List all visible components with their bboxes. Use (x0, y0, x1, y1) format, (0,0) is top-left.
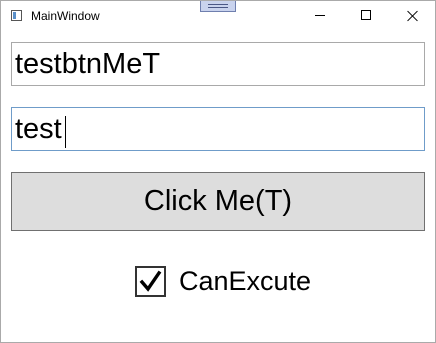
close-icon (407, 10, 418, 21)
checkmark-icon (139, 270, 162, 292)
bottom-text-field[interactable] (11, 107, 425, 151)
checkbox-box[interactable] (135, 265, 166, 297)
can-execute-checkbox[interactable]: CanExcute (135, 265, 311, 297)
minimize-button[interactable] (297, 1, 343, 31)
window-title: MainWindow (31, 9, 100, 23)
top-text-field[interactable] (11, 42, 425, 86)
close-button[interactable] (389, 1, 435, 31)
title-bar[interactable]: MainWindow (1, 1, 435, 31)
app-icon (11, 10, 22, 21)
minimize-icon (315, 15, 325, 16)
checkbox-label: CanExcute (179, 266, 312, 296)
click-me-button[interactable]: Click Me(T) (11, 172, 425, 231)
text-caret (65, 116, 66, 148)
maximize-button[interactable] (343, 1, 389, 31)
main-window: MainWindow Click Me(T) CanExcute (0, 0, 436, 343)
maximize-icon (361, 10, 371, 20)
snap-grip-handle[interactable] (200, 1, 236, 12)
